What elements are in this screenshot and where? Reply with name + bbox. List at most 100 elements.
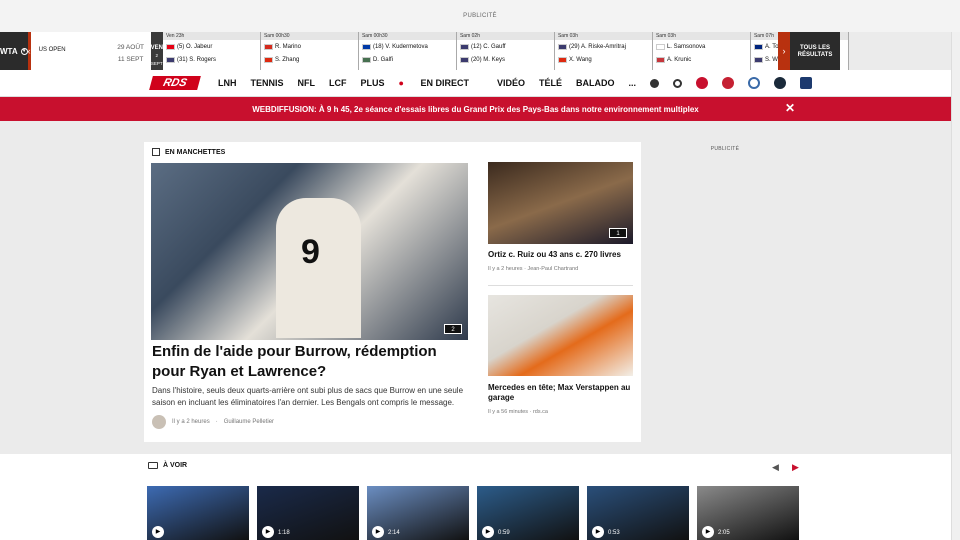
player-row: (12) C. Gauff [457, 40, 554, 53]
player-row: (20) M. Keys [457, 53, 554, 66]
play-icon[interactable]: ▶ [482, 526, 494, 538]
player-name: X. Wang [568, 56, 592, 63]
player-row: (5) O. Jabeur [163, 40, 260, 53]
divider [488, 285, 633, 286]
article-author[interactable]: Jean-Paul Chartrand [527, 266, 578, 272]
flag-icon [557, 56, 567, 63]
nav-more[interactable]: ... [629, 78, 637, 88]
nav-nfl[interactable]: NFL [298, 78, 316, 88]
player-name: D. Galfi [372, 56, 393, 63]
nav-balado[interactable]: BALADO [576, 78, 615, 88]
player-row: X. Wang [555, 53, 652, 66]
match-time: Sam 00h30 [358, 32, 456, 40]
play-icon[interactable]: ▶ [702, 526, 714, 538]
league-selector[interactable]: WTA ▾ [0, 32, 28, 70]
video-thumbnail[interactable]: ▶ 1:18 [257, 486, 359, 540]
author-avatar [152, 415, 166, 429]
play-icon[interactable]: ▶ [262, 526, 274, 538]
flag-icon [263, 43, 273, 50]
play-icon[interactable]: ▶ [372, 526, 384, 538]
event-start: 29 AOÛT [117, 44, 144, 51]
article-author[interactable]: rds.ca [533, 409, 548, 415]
match-card[interactable]: Sam 00h30 (18) V. Kudermetova D. Galfi [358, 32, 457, 70]
news-icon [152, 148, 160, 156]
match-card[interactable]: Ven 23h (5) O. Jabeur (31) S. Rogers [162, 32, 261, 70]
rds-logo[interactable]: RDS [149, 76, 201, 90]
video-thumbnail[interactable]: ▶ 2:14 [367, 486, 469, 540]
nav-tennis[interactable]: TENNIS [251, 78, 284, 88]
video-thumbnail[interactable]: ▶ 2:05 [697, 486, 799, 540]
player-row: (29) A. Riske-Amritraj [555, 40, 652, 53]
side-article-1-title[interactable]: Ortiz c. Ruiz ou 43 ans c. 270 livres [488, 250, 633, 260]
a-voir-section: À VOIR ◀ ▶ ▶ ▶ 1:18 ▶ 2:14 ▶ 0:59 ▶ 0:53 ▶ 2:05 [0, 454, 951, 540]
video-duration: 0:59 [498, 530, 510, 536]
senators-logo-icon[interactable] [722, 77, 735, 89]
play-icon[interactable]: ▶ [152, 526, 164, 538]
carousel-next-icon[interactable]: ▶ [792, 462, 799, 473]
main-article-byline: Il y a 2 heures · Guillaume Pelletier [152, 415, 274, 429]
video-thumbnail[interactable]: ▶ 0:59 [477, 486, 579, 540]
event-dates: 29 AOÛT 11 SEPT [111, 32, 151, 70]
ad-label-top: PUBLICITÉ [0, 0, 960, 32]
nav-en-direct[interactable]: ● EN DIRECT [399, 78, 483, 88]
player-row: (31) S. Rogers [163, 53, 260, 66]
live-banner[interactable]: WEBDIFFUSION: À 9 h 45, 2e séance d'essa… [0, 97, 951, 121]
player-row: S. Zhang [261, 53, 358, 66]
event-end: 11 SEPT [117, 56, 144, 63]
close-icon[interactable]: ✕ [785, 101, 795, 115]
video-duration: 2:14 [388, 530, 400, 536]
flag-icon [655, 43, 665, 50]
flag-icon [459, 43, 469, 50]
nav-lnh[interactable]: LNH [218, 78, 237, 88]
en-direct-label: EN DIRECT [420, 78, 469, 88]
scrollbar[interactable] [951, 32, 960, 540]
main-article-image[interactable]: 9 2 [151, 163, 468, 340]
side-article-1-image[interactable]: 1 [488, 162, 633, 244]
banner-text: WEBDIFFUSION: À 9 h 45, 2e séance d'essa… [252, 104, 699, 114]
live-dot-icon: ● [398, 78, 407, 88]
article-author[interactable]: Guillaume Pelletier [224, 419, 274, 425]
flag-icon [263, 56, 273, 63]
player-name: (5) O. Jabeur [176, 43, 213, 50]
rocket-logo-icon[interactable] [800, 77, 813, 89]
video-icon [148, 462, 158, 469]
side-article-1-meta: Il y a 2 heures · Jean-Paul Chartrand [488, 266, 579, 272]
match-card[interactable]: Sam 03h (29) A. Riske-Amritraj X. Wang [554, 32, 653, 70]
manchettes-header: EN MANCHETTES [152, 148, 225, 156]
play-icon[interactable]: ▶ [592, 526, 604, 538]
scroll-right-button[interactable]: › [778, 32, 790, 70]
user-icon[interactable] [650, 78, 660, 88]
search-icon[interactable] [673, 78, 683, 88]
all-results-button[interactable]: TOUS LES RÉSULTATS [790, 32, 840, 70]
match-card[interactable]: Sam 02h (12) C. Gauff (20) M. Keys [456, 32, 555, 70]
canadiens-logo-icon[interactable] [696, 77, 709, 89]
match-list: Ven 23h (5) O. Jabeur (31) S. Rogers Sam 00… [162, 32, 849, 70]
match-card[interactable]: Sam 00h30 R. Marino S. Zhang [260, 32, 359, 70]
main-article-title[interactable]: Enfin de l'aide pour Burrow, rédemption … [152, 342, 470, 382]
player-name: R. Marino [274, 43, 301, 50]
player-row: D. Galfi [359, 53, 456, 66]
player-name: (18) V. Kudermetova [372, 43, 428, 50]
flag-icon [557, 43, 567, 50]
nav-video[interactable]: VIDÉO [497, 78, 525, 88]
cf-montreal-logo-icon[interactable] [774, 77, 787, 89]
chevron-right-icon: › [782, 46, 786, 56]
video-thumbnail[interactable]: ▶ [147, 486, 249, 540]
side-article-2-title[interactable]: Mercedes en tête; Max Verstappen au gara… [488, 383, 633, 403]
side-article-2-image[interactable] [488, 295, 633, 376]
nav-plus[interactable]: PLUS [361, 78, 385, 88]
nav-lcf[interactable]: LCF [329, 78, 347, 88]
carousel-prev-icon[interactable]: ◀ [772, 462, 779, 473]
match-card[interactable]: Sam 03h L. Samsonova A. Krunic [652, 32, 751, 70]
gallery-badge: 1 [609, 228, 627, 238]
match-time: Sam 00h30 [260, 32, 358, 40]
nav-tele[interactable]: TÉLÉ [539, 78, 562, 88]
event-card[interactable]: US OPEN 29 AOÛT 11 SEPT [30, 32, 151, 70]
flag-icon [459, 56, 469, 63]
flag-icon [753, 56, 763, 63]
flag-icon [165, 56, 175, 63]
player-row: L. Samsonova [653, 40, 750, 53]
video-thumbnail[interactable]: ▶ 0:53 [587, 486, 689, 540]
ad-label-right: PUBLICITÉ [710, 146, 740, 152]
alouettes-logo-icon[interactable] [748, 77, 761, 89]
